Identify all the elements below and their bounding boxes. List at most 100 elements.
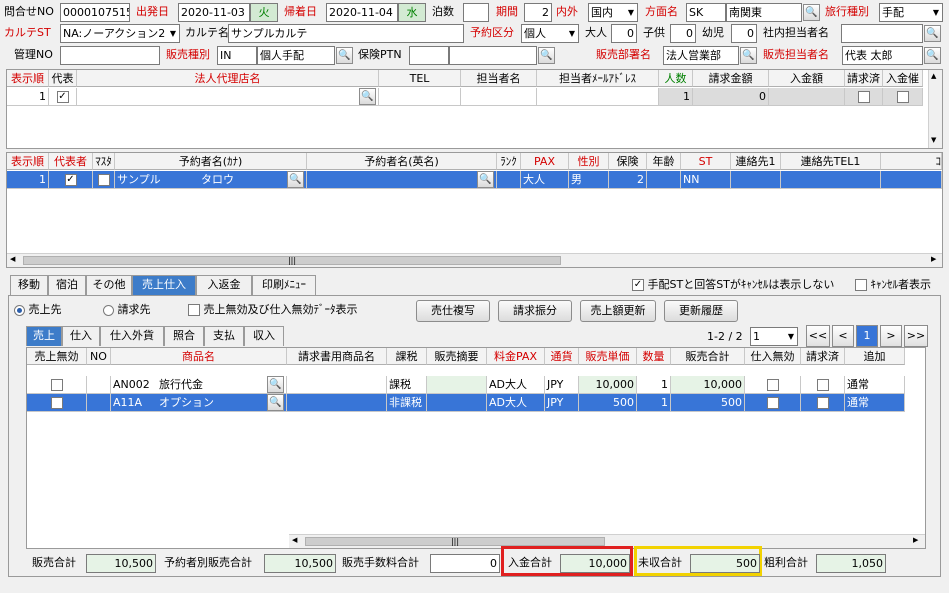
kana-name-field[interactable]: サンプル タロウ 🔍 <box>115 171 307 189</box>
inquiry-no-field[interactable]: 0000107515 <box>60 3 130 22</box>
scroll-up-icon[interactable]: ▲ <box>931 72 936 80</box>
seller-radio[interactable]: 売上先 <box>14 301 62 319</box>
booking-type-select[interactable]: 個人 ▼ <box>521 24 579 43</box>
purchase-invalid-checkbox[interactable] <box>745 394 801 412</box>
domestic-select[interactable]: 国内 ▼ <box>588 3 638 22</box>
insurance-code-field[interactable] <box>409 46 449 65</box>
search-icon[interactable]: 🔍 <box>336 47 353 64</box>
tab-payment[interactable]: 入返金 <box>196 275 252 295</box>
tab-move[interactable]: 移動 <box>10 275 48 295</box>
first-page-button[interactable]: << <box>806 325 830 347</box>
tab-other[interactable]: その他 <box>86 275 132 295</box>
subtab-match[interactable]: 照合 <box>164 326 204 346</box>
english-name-field[interactable]: 🔍 <box>307 171 497 189</box>
current-page-button[interactable]: 1 <box>856 325 878 347</box>
tab-print-menu[interactable]: 印刷ﾒﾆｭｰ <box>252 275 316 295</box>
invoice-product-field[interactable] <box>287 376 387 394</box>
sex-field[interactable]: 男 <box>569 171 609 189</box>
subtab-payment[interactable]: 支払 <box>204 326 244 346</box>
manage-no-field[interactable] <box>60 46 160 65</box>
tel-field[interactable] <box>379 88 461 106</box>
remarks-field[interactable] <box>427 376 487 394</box>
karte-st-select[interactable]: NA:ノーアクション2 ▼ <box>60 24 180 43</box>
period-field[interactable]: 2 <box>524 3 552 22</box>
depart-date-field[interactable]: 2020-11-03 <box>178 3 250 22</box>
contact-field[interactable] <box>461 88 537 106</box>
received-done-checkbox[interactable] <box>883 88 923 106</box>
qty-field[interactable]: 1 <box>637 376 671 394</box>
search-icon[interactable]: 🔍 <box>740 47 757 64</box>
table-row[interactable]: A11A オプション 🔍 非課税 AD大人 JPY 500 1 500 通常 <box>27 394 905 412</box>
infant-field[interactable]: 0 <box>731 24 757 43</box>
invalid-show-option[interactable]: 売上無効及び仕入無効ﾃﾞｰﾀ表示 <box>188 301 358 319</box>
unit-price-field[interactable]: 500 <box>579 394 637 412</box>
table-row[interactable]: 1 ✓ サンプル タロウ 🔍 🔍 大人 男 2 NN <box>7 171 942 189</box>
insurance-field[interactable]: 2 <box>609 171 647 189</box>
nights-field[interactable] <box>463 3 489 22</box>
scroll-left-icon[interactable]: ◀ <box>10 255 15 263</box>
search-icon[interactable]: 🔍 <box>359 88 376 105</box>
pax-field[interactable]: AD大人 <box>487 394 545 412</box>
last-page-button[interactable]: >> <box>904 325 928 347</box>
scroll-left-icon[interactable]: ◀ <box>292 536 297 544</box>
update-amount-button[interactable]: 売上額更新 <box>580 300 656 322</box>
contact-tel1-field[interactable] <box>781 171 881 189</box>
contact1-field[interactable] <box>731 171 781 189</box>
vertical-scrollbar[interactable]: ▲ ▼ <box>928 70 942 148</box>
age-field[interactable] <box>647 171 681 189</box>
table-row[interactable]: AN002 旅行代金 🔍 課税 AD大人 JPY 10,000 1 10,000 通… <box>27 376 905 394</box>
remarks-field[interactable] <box>427 394 487 412</box>
st-field[interactable]: NN <box>681 171 731 189</box>
search-icon[interactable]: 🔍 <box>267 376 284 393</box>
return-date-field[interactable]: 2020-11-04 <box>326 3 398 22</box>
master-checkbox[interactable] <box>93 171 115 189</box>
subtab-purchase[interactable]: 仕入 <box>62 326 100 346</box>
search-icon[interactable]: 🔍 <box>267 394 284 411</box>
copy-button[interactable]: 売仕複写 <box>416 300 490 322</box>
pax-field[interactable]: AD大人 <box>487 376 545 394</box>
billed-done-checkbox[interactable] <box>801 394 845 412</box>
adult-field[interactable]: 0 <box>611 24 637 43</box>
email-field[interactable] <box>537 88 659 106</box>
search-icon[interactable]: 🔍 <box>803 4 820 21</box>
search-icon[interactable]: 🔍 <box>924 25 941 42</box>
scroll-thumb[interactable]: ||| <box>305 537 605 546</box>
rank-field[interactable] <box>497 171 521 189</box>
pax-field[interactable]: 大人 <box>521 171 569 189</box>
currency-field[interactable]: JPY <box>545 376 579 394</box>
billed-done-checkbox[interactable] <box>801 376 845 394</box>
scroll-right-icon[interactable]: ▶ <box>931 255 936 263</box>
tab-sales-purchase[interactable]: 売上仕入 <box>132 275 196 295</box>
child-field[interactable]: 0 <box>670 24 696 43</box>
subtab-income[interactable]: 収入 <box>244 326 284 346</box>
prev-page-button[interactable]: < <box>832 325 854 347</box>
horizontal-scrollbar[interactable]: ◀ ||| ▶ <box>7 253 942 267</box>
scroll-down-icon[interactable]: ▼ <box>931 136 936 144</box>
qty-field[interactable]: 1 <box>637 394 671 412</box>
bill-to-radio[interactable]: 請求先 <box>103 301 151 319</box>
extra-field[interactable]: 通常 <box>845 394 905 412</box>
unit-price-field[interactable]: 10,000 <box>579 376 637 394</box>
history-button[interactable]: 更新履歴 <box>664 300 738 322</box>
subtab-sales[interactable]: 売上 <box>26 326 62 346</box>
rep-checkbox[interactable]: ✓ <box>49 88 77 106</box>
tax-field[interactable]: 非課税 <box>387 394 427 412</box>
sales-invalid-checkbox[interactable] <box>27 394 87 412</box>
search-icon[interactable]: 🔍 <box>477 171 494 188</box>
karte-name-field[interactable]: サンプルカルテ <box>228 24 464 43</box>
agent-name-field[interactable]: 🔍 <box>77 88 379 106</box>
more-field[interactable] <box>881 171 942 189</box>
product-field[interactable]: A11A オプション 🔍 <box>111 394 287 412</box>
table-row[interactable]: 1 ✓ 🔍 1 0 <box>7 88 923 106</box>
cancel-show-option[interactable]: ｷｬﾝｾﾙ者表示 <box>855 276 931 294</box>
billed-done-checkbox[interactable] <box>845 88 883 106</box>
rep-checkbox[interactable]: ✓ <box>49 171 93 189</box>
travel-type-select[interactable]: 手配 ▼ <box>879 3 943 22</box>
tab-stay[interactable]: 宿泊 <box>48 275 86 295</box>
sales-staff-field[interactable]: 代表 太郎 <box>842 46 923 65</box>
search-icon[interactable]: 🔍 <box>924 47 941 64</box>
sales-invalid-checkbox[interactable] <box>27 376 87 394</box>
split-button[interactable]: 請求振分 <box>498 300 572 322</box>
next-page-button[interactable]: > <box>880 325 902 347</box>
tax-field[interactable]: 課税 <box>387 376 427 394</box>
